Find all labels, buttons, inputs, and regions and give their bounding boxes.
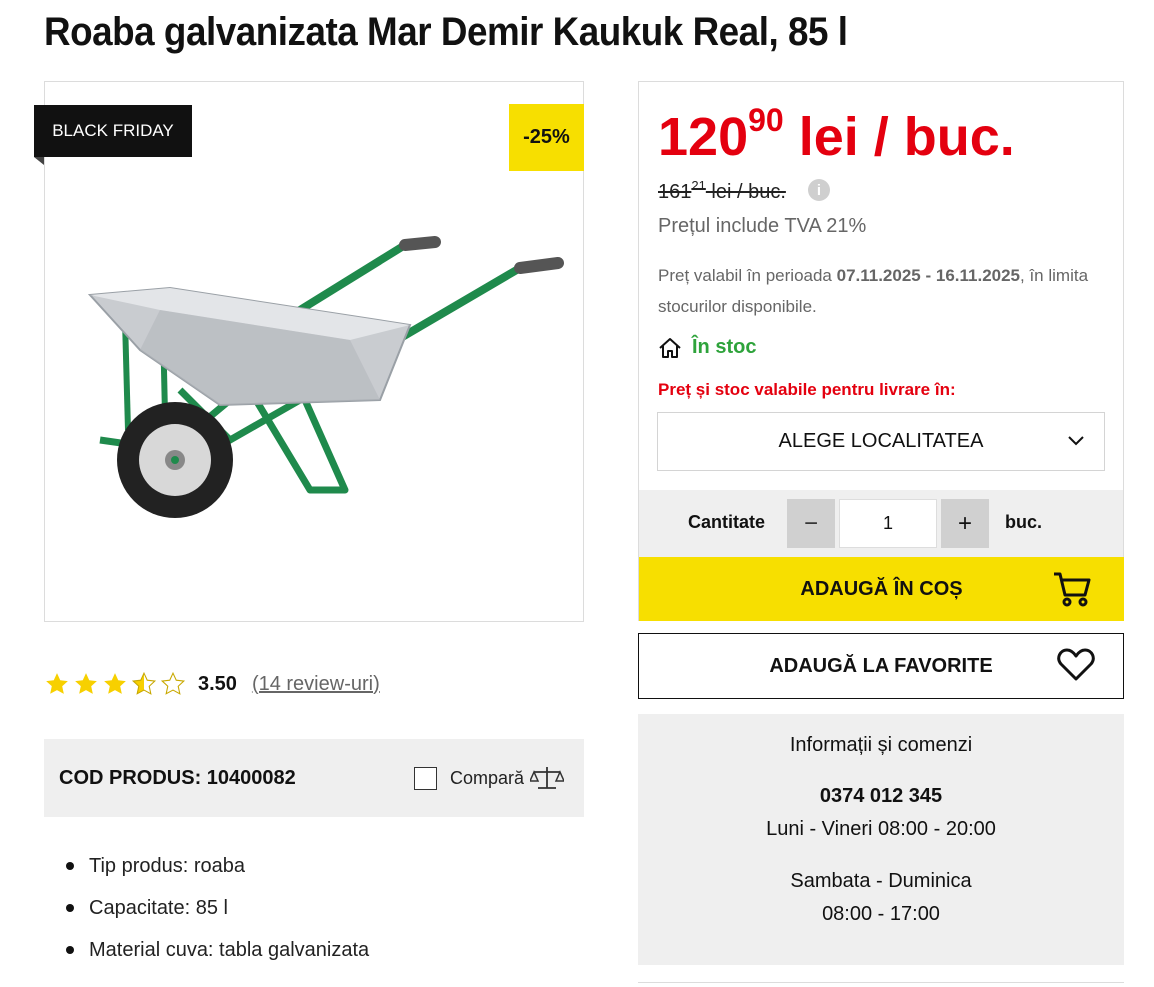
spec-item: Tip produs: roaba [66, 845, 369, 887]
rating-stars [44, 671, 186, 697]
quantity-increase-button[interactable]: + [941, 499, 989, 548]
price-validity: Preț valabil în perioada 07.11.2025 - 16… [658, 260, 1108, 322]
star-empty-icon [160, 671, 186, 695]
compare-toggle[interactable]: Compară [413, 764, 564, 792]
add-to-favorites-label[interactable]: ADAUGĂ LA FAVORITE [769, 655, 992, 678]
home-icon [659, 337, 681, 358]
spec-item: Material cuva: tabla galvanizata [66, 929, 369, 971]
weekend-label: Sambata - Duminica [790, 870, 972, 892]
heart-icon [1057, 648, 1095, 681]
contact-title: Informații și comenzi [789, 734, 973, 756]
badge-tail [34, 157, 44, 165]
old-price-decimals: 21 [691, 178, 706, 193]
weekend-hours: 08:00 - 17:00 [822, 903, 940, 925]
compare-label[interactable]: Compară [450, 768, 524, 789]
old-price-integer: 161 [658, 181, 692, 203]
quantity-decrease-button[interactable]: − [787, 499, 835, 548]
delivery-note: Preț și stoc valabile pentru livrare în: [658, 380, 956, 399]
rating-value: 3.50 [198, 672, 237, 695]
price-decimals: 90 [748, 102, 784, 138]
stock-label: În stoc [692, 336, 757, 358]
old-price: 16121 lei / buc. [658, 178, 786, 204]
info-icon[interactable]: i [808, 179, 830, 201]
quantity-unit: buc. [1005, 512, 1043, 532]
validity-prefix: Preț valabil în perioada [658, 266, 837, 285]
star-icon [104, 673, 126, 694]
stock-status: În stoc [658, 336, 756, 359]
add-to-cart-label[interactable]: ADAUGĂ ÎN COȘ [800, 578, 962, 601]
contact-phone[interactable]: 0374 012 345 [638, 785, 1124, 808]
product-code: COD PRODUS: 10400082 [59, 766, 296, 789]
star-icon [75, 673, 97, 694]
product-code-box: COD PRODUS: 10400082 Compară [44, 739, 584, 817]
cart-icon [1054, 572, 1091, 607]
add-to-cart-button[interactable]: ADAUGĂ ÎN COȘ [639, 557, 1124, 621]
weekday-hours: Luni - Vineri 08:00 - 20:00 [766, 818, 996, 840]
location-select[interactable]: ALEGE LOCALITATEA [657, 412, 1105, 471]
vat-note: Prețul include TVA 21% [658, 215, 867, 237]
add-to-favorites-button[interactable]: ADAUGĂ LA FAVORITE [638, 633, 1124, 699]
star-half-icon [131, 671, 157, 695]
validity-dates: 07.11.2025 - 16.11.2025 [836, 266, 1021, 285]
chevron-down-icon [1068, 436, 1084, 446]
black-friday-badge: BLACK FRIDAY [34, 105, 192, 157]
discount-badge: -25% [509, 104, 584, 171]
old-price-unit: lei / buc. [705, 181, 786, 203]
contact-info-panel: Informații și comenzi 0374 012 345 Luni … [638, 714, 1124, 965]
price-unit: lei / buc. [783, 107, 1015, 167]
price-integer: 120 [658, 107, 749, 167]
spec-item: Capacitate: 85 l [66, 887, 369, 929]
price-panel: 12090 lei / buc. 16121 lei / buc. i Preț… [638, 81, 1124, 621]
location-select-label[interactable]: ALEGE LOCALITATEA [779, 430, 984, 453]
spec-list: Tip produs: roaba Capacitate: 85 l Mater… [66, 845, 369, 971]
reviews-link[interactable]: (14 review-uri) [252, 673, 380, 696]
current-price: 12090 lei / buc. [658, 104, 1015, 164]
scale-icon [530, 767, 564, 789]
quantity-row: Cantitate − 1 + buc. [639, 490, 1123, 557]
wheelbarrow-image [87, 236, 564, 518]
page-title: Roaba galvanizata Mar Demir Kaukuk Real,… [44, 10, 848, 54]
rating-row: 3.50 (14 review-uri) [44, 668, 380, 700]
checkbox-icon[interactable] [413, 766, 437, 790]
quantity-label: Cantitate [688, 512, 766, 532]
divider [638, 982, 1124, 987]
quantity-input[interactable]: 1 [839, 499, 937, 548]
star-icon [46, 673, 68, 694]
